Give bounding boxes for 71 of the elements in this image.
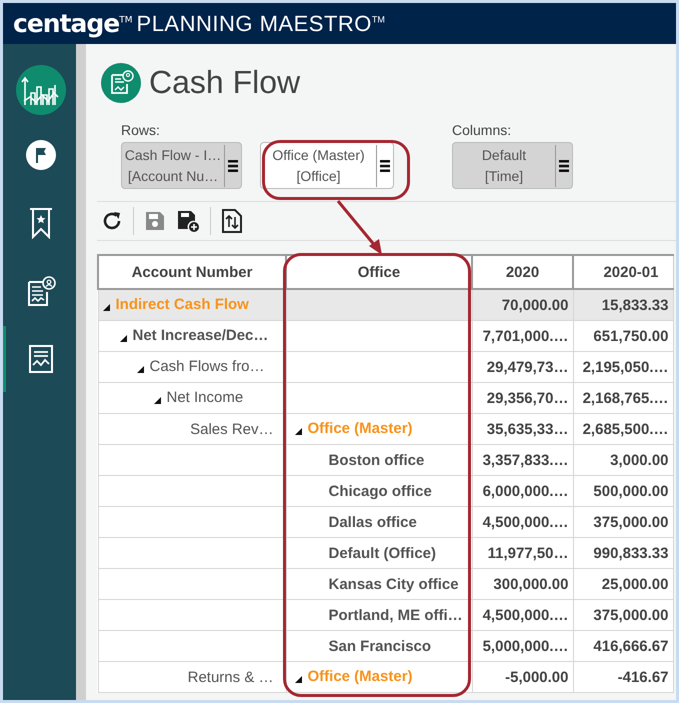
value-cell: 29,356,70… [472,382,573,414]
account-name: Net Income [166,388,244,406]
report-user-icon [101,62,141,102]
report-user-icon [25,275,57,307]
value-cell: 375,000.00 [573,506,673,538]
value-cell: 29,479,73… [472,352,573,382]
value-cell: 990,833.33 [573,538,673,568]
value-cell: 15,833.33 [573,289,673,320]
value-cell: 300,000.00 [472,568,573,600]
account-name: Cash Flows fro… [150,358,265,374]
refresh-button[interactable] [101,210,123,232]
value-cell: 2,195,050.… [573,352,673,382]
caret-icon[interactable] [294,428,302,434]
menu-icon[interactable] [380,158,390,172]
bookmark-icon [28,207,54,239]
account-name: Sales Rev… [190,420,274,438]
value-cell: 5,000,000.… [472,630,573,662]
value-cell: 500,000.00 [573,476,673,506]
caret-icon[interactable] [136,366,144,372]
office-name: Kansas City office [328,576,459,592]
flag-icon [25,139,57,171]
page-title: Cash Flow [149,64,300,101]
value-cell: 375,000.00 [573,600,673,630]
brand-logo: centage$^{TM}$ [13,9,133,38]
value-cell: 11,977,50… [472,538,573,568]
caret-icon[interactable] [294,676,302,682]
account-name: Indirect Cash Flow [116,296,249,312]
callout-arrow [336,200,382,255]
export-button[interactable] [221,208,243,234]
value-cell: 4,500,000.… [472,506,573,538]
office-name: San Francisco [328,638,432,654]
value-cell: 25,000.00 [573,568,673,600]
value-cell: 2,685,500.… [573,414,673,444]
columns-label: Columns: [452,122,512,138]
value-cell: 6,000,000.… [472,476,573,506]
column-header[interactable]: Account Number [98,255,286,289]
value-cell: 4,500,000.… [472,600,573,630]
office-name: Office (Master) [308,420,413,436]
office-name: Default (Office) [328,544,436,562]
product-name: PLANNING MAESTRO$^{TM}$ [136,10,385,36]
value-cell: 7,701,000.… [472,320,573,352]
splitter-handle[interactable] [76,44,86,700]
menu-icon[interactable] [559,158,569,172]
rows-label: Rows: [121,122,161,138]
value-cell: -416.67 [573,662,673,692]
account-name: Net Increase/Dec… [132,326,268,344]
menu-icon[interactable] [228,158,238,172]
value-cell: 2,168,765.… [573,382,673,414]
chart-logo-icon [16,65,66,115]
office-name: Boston office [328,452,424,468]
office-name: Chicago office [328,482,432,500]
account-name: Returns & … [188,668,274,686]
caret-icon[interactable] [154,396,160,404]
value-cell: 651,750.00 [573,320,673,352]
caret-icon[interactable] [120,334,126,342]
report-chart-icon [28,344,54,374]
dimension-chip[interactable]: Cash Flow - I… [Account Nu… [121,142,242,189]
value-cell: 35,635,33… [472,414,573,444]
office-name: Portland, ME offi… [328,606,463,624]
dimension-chip[interactable]: Default [Time] [452,142,573,189]
value-cell: -5,000.00 [472,662,573,692]
value-cell: 3,000.00 [573,444,673,476]
value-cell: 416,666.67 [573,630,673,662]
caret-icon[interactable] [102,304,110,310]
office-name: Dallas office [328,514,417,530]
value-cell: 3,357,833.… [472,444,573,476]
column-header[interactable]: 2020-01 [573,255,673,289]
office-name: Office (Master) [308,668,413,684]
value-cell: 70,000.00 [472,289,573,320]
save-as-button[interactable] [176,209,200,233]
dimension-chip[interactable]: Office (Master) [Office] [260,142,394,189]
